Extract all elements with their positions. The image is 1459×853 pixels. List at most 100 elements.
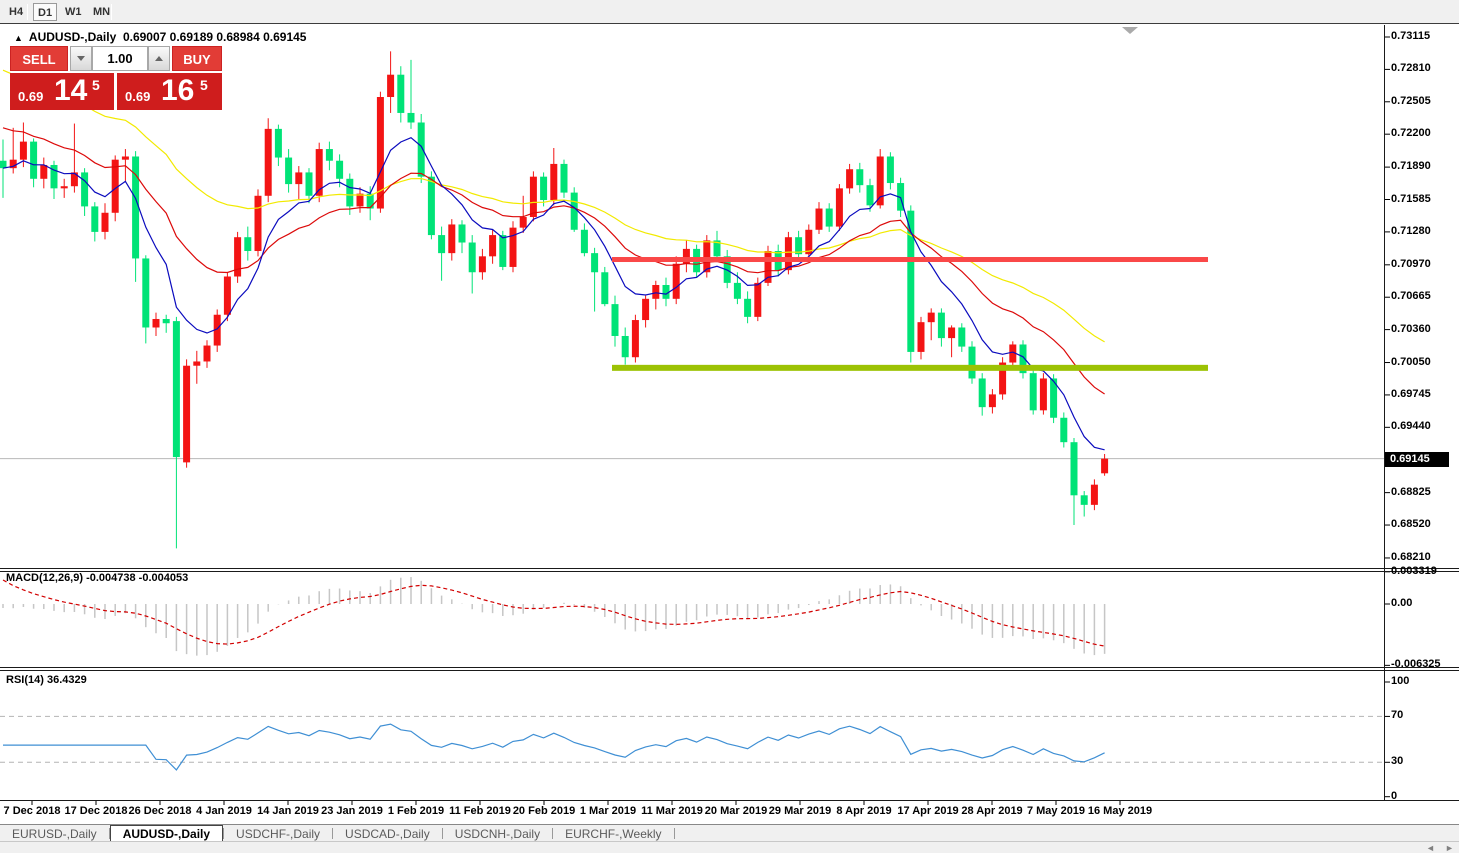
candle-body — [1090, 484, 1098, 505]
chart-shift-marker-icon[interactable] — [1122, 27, 1138, 34]
candle-body — [856, 169, 864, 186]
collapse-panel-icon[interactable]: ▲ — [14, 33, 23, 43]
sell-price-box[interactable]: 0.69 14 5 — [10, 73, 114, 110]
candle-body — [397, 74, 405, 113]
candle-body — [489, 235, 497, 257]
candle-body — [764, 251, 772, 283]
date-tick-label: 8 Apr 2019 — [836, 805, 892, 817]
symbol-tab-eurusd[interactable]: EURUSD-,Daily — [0, 826, 109, 842]
mt4-chart-window: { "toolbar": { "timeframes": [ {"label":… — [0, 0, 1459, 853]
rsi-tick-label: 70 — [1391, 709, 1404, 722]
candle-body — [81, 172, 89, 207]
price-tick-label: 0.70050 — [1391, 355, 1431, 368]
buy-price-pip: 5 — [200, 77, 208, 93]
symbol-tab-eurchf[interactable]: EURCHF-,Weekly — [553, 826, 673, 842]
macd-tick-label: -0.006325 — [1391, 658, 1441, 671]
rsi-tick-label: 30 — [1391, 755, 1404, 768]
candle-body — [172, 321, 180, 458]
date-tick-label: 23 Jan 2019 — [321, 805, 383, 817]
candle-body — [264, 128, 272, 196]
candle-body — [621, 335, 629, 358]
candle-body — [30, 141, 38, 179]
symbol-name: AUDUSD-,Daily — [28, 30, 117, 44]
candle-body — [927, 312, 935, 323]
candle-body — [580, 229, 588, 254]
rsi-label: RSI(14) 36.4329 — [6, 674, 87, 686]
symbol-tab-usdcnh[interactable]: USDCNH-,Daily — [443, 826, 552, 842]
symbol-tab-audusd[interactable]: AUDUSD-,Daily — [109, 825, 224, 841]
candle-body — [417, 122, 425, 177]
symbol-tab-usdchf[interactable]: USDCHF-,Daily — [224, 826, 332, 842]
candle-body — [815, 208, 823, 230]
buy-button[interactable]: BUY — [172, 46, 222, 71]
candle-body — [744, 298, 752, 317]
candle-body — [1080, 495, 1088, 505]
candle-body — [550, 163, 558, 201]
volume-input[interactable]: 1.00 — [92, 46, 148, 71]
date-tick-label: 1 Mar 2019 — [579, 805, 637, 817]
panel-separator[interactable] — [0, 667, 1459, 668]
candle-body — [499, 235, 507, 267]
date-tick-label: 14 Jan 2019 — [257, 805, 319, 817]
chart-bottom-border — [0, 800, 1459, 801]
sell-button[interactable]: SELL — [10, 46, 68, 71]
candle-body — [407, 112, 415, 123]
candle-body — [825, 208, 833, 227]
candle-body — [917, 322, 925, 352]
candle-body — [274, 128, 282, 158]
tab-scroll-left-icon[interactable]: ◄ — [1426, 843, 1435, 853]
price-tick-label: 0.68210 — [1391, 550, 1431, 563]
price-tick-label: 0.70665 — [1391, 290, 1431, 303]
chart-canvas[interactable] — [0, 0, 1459, 853]
price-tick-label: 0.72810 — [1391, 62, 1431, 75]
candle-body — [611, 304, 619, 336]
tab-scroll-strip[interactable]: ◄ ► — [0, 841, 1459, 853]
symbol-tab-usdcad[interactable]: USDCAD-,Daily — [333, 826, 442, 842]
ma-slow-line — [2, 69, 1105, 343]
macd-tick-label: 0.003319 — [1391, 564, 1437, 577]
symbol-tab-bar: EURUSD-,Daily AUDUSD-,Daily USDCHF-,Daily U… — [0, 824, 1459, 841]
tab-scroll-right-icon[interactable]: ► — [1445, 843, 1454, 853]
date-tick-label: 1 Feb 2019 — [387, 805, 445, 817]
chart-title: ▲ AUDUSD-,Daily 0.69007 0.69189 0.68984 0… — [14, 30, 306, 44]
panel-separator[interactable] — [0, 571, 1459, 572]
candle-body — [346, 178, 354, 207]
candle-body — [325, 149, 333, 161]
price-tick-label: 0.69440 — [1391, 420, 1431, 433]
candle-body — [601, 272, 609, 305]
candle-body — [121, 156, 129, 160]
price-tick-label: 0.71585 — [1391, 192, 1431, 205]
panel-separator[interactable] — [0, 670, 1459, 671]
macd-signal-line — [2, 579, 1105, 647]
volume-decrease-button[interactable] — [70, 46, 92, 71]
sell-price-prefix: 0.69 — [18, 89, 44, 104]
buy-price-main: 16 — [161, 74, 195, 107]
candle-body — [203, 345, 211, 362]
rsi-tick-label: 0 — [1391, 789, 1398, 802]
candle-body — [784, 237, 792, 271]
candle-body — [142, 258, 150, 328]
candle-body — [754, 282, 762, 317]
candle-body — [988, 394, 996, 408]
candle-body — [305, 172, 313, 196]
buy-price-prefix: 0.69 — [125, 89, 151, 104]
candle-body — [101, 212, 109, 232]
volume-increase-button[interactable] — [148, 46, 170, 71]
date-tick-label: 29 Mar 2019 — [768, 805, 832, 817]
candle-body — [733, 282, 741, 299]
candle-body — [387, 74, 395, 98]
candle-body — [703, 240, 711, 273]
candle-body — [866, 185, 874, 206]
candle-body — [652, 285, 660, 299]
candle-body — [223, 276, 231, 315]
candle-body — [183, 365, 191, 463]
candle-body — [876, 156, 884, 206]
candle-body — [1039, 378, 1047, 411]
candle-body — [468, 242, 476, 273]
panel-separator[interactable] — [0, 568, 1459, 569]
candle-body — [193, 361, 201, 366]
candle-body — [0, 160, 7, 169]
price-tick-label: 0.71280 — [1391, 224, 1431, 237]
sell-price-main: 14 — [54, 74, 88, 107]
buy-price-box[interactable]: 0.69 16 5 — [117, 73, 222, 110]
